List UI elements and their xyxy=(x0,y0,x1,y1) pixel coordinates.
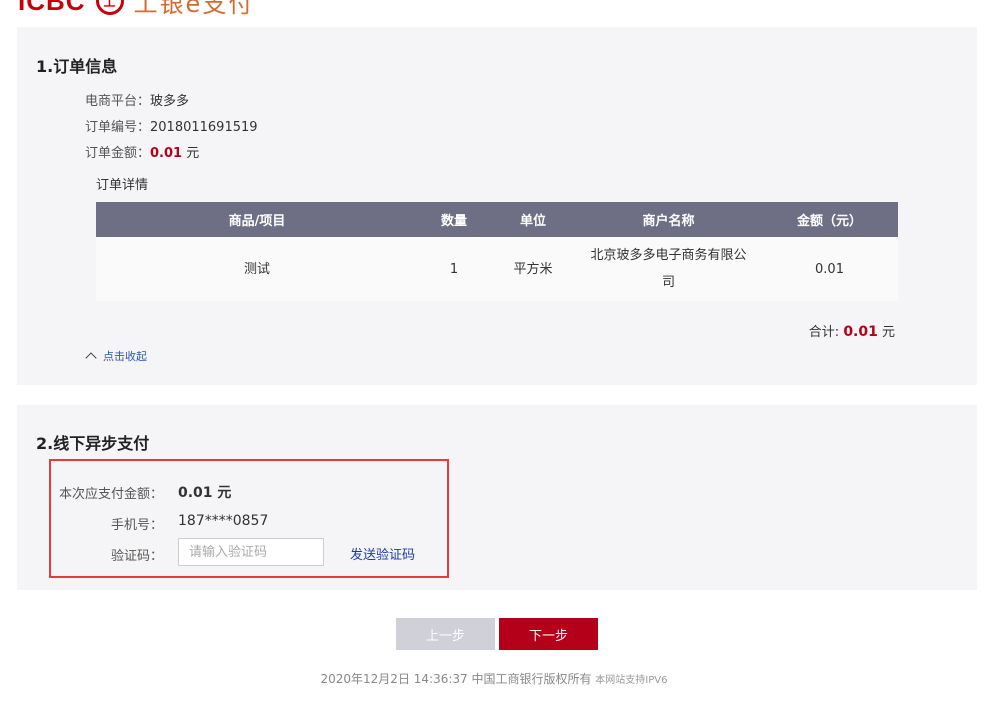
footer-ipv6: 本网站支持IPV6 xyxy=(595,675,668,686)
order-total: 合计: 0.01 元 xyxy=(809,321,895,340)
col-header-merchant: 商户名称 xyxy=(576,202,761,237)
phone-value: 187****0857 xyxy=(178,513,269,529)
cell-unit: 平方米 xyxy=(490,237,576,301)
verification-code-input[interactable] xyxy=(178,538,324,566)
pay-amount-value: 0.01 元 xyxy=(178,485,232,501)
collapse-label: 点击收起 xyxy=(103,350,147,363)
platform-value: 玻多多 xyxy=(150,94,190,109)
order-no-value: 2018011691519 xyxy=(150,120,258,135)
order-info-panel: 1.订单信息 电商平台：玻多多 订单编号：2018011691519 订单金额：… xyxy=(17,27,977,385)
payment-form-box: 本次应支付金额： 0.01 元 手机号： 187****0857 验证码： 发送… xyxy=(49,459,449,578)
brand-logo: ICBC 工 工银e支付 xyxy=(18,0,254,18)
pay-amount-label: 本次应支付金额： xyxy=(58,487,163,502)
platform-label: 电商平台： xyxy=(85,94,151,109)
col-header-amount: 金额（元） xyxy=(761,202,898,237)
send-code-link[interactable]: 发送验证码 xyxy=(350,544,415,563)
next-step-button[interactable]: 下一步 xyxy=(499,618,598,650)
cell-merchant: 北京玻多多电子商务有限公司 xyxy=(576,237,761,301)
cell-item: 测试 xyxy=(96,237,418,301)
col-header-item: 商品/项目 xyxy=(96,202,418,237)
order-detail-title: 订单详情 xyxy=(96,178,149,193)
code-label: 验证码： xyxy=(110,549,163,564)
icbc-logo-icon: 工 xyxy=(95,0,124,15)
total-label: 合计: xyxy=(808,325,844,340)
col-header-unit: 单位 xyxy=(490,202,576,237)
order-detail-table: 商品/项目 数量 单位 商户名称 金额（元） 测试 1 平方米 北京玻多多电子商… xyxy=(96,202,898,301)
col-header-quantity: 数量 xyxy=(418,202,490,237)
prev-step-button[interactable]: 上一步 xyxy=(396,618,495,650)
chevron-up-icon xyxy=(85,352,97,364)
total-unit: 元 xyxy=(877,325,895,340)
order-amount-row: 订单金额：0.01 元 xyxy=(85,142,199,161)
payment-title: 2.线下异步支付 xyxy=(36,434,150,453)
table-row: 测试 1 平方米 北京玻多多电子商务有限公司 0.01 xyxy=(96,237,898,301)
order-info-title: 1.订单信息 xyxy=(36,57,118,76)
collapse-toggle[interactable]: 点击收起 xyxy=(85,348,147,364)
footer-copyright: 2020年12月2日 14:36:37 中国工商银行版权所有 xyxy=(320,672,592,686)
payment-panel: 2.线下异步支付 本次应支付金额： 0.01 元 手机号： 187****085… xyxy=(17,405,977,590)
platform-row: 电商平台：玻多多 xyxy=(85,90,189,109)
order-amount-label: 订单金额： xyxy=(85,146,151,161)
logo-text: ICBC xyxy=(18,0,86,16)
cell-amount: 0.01 xyxy=(761,237,898,301)
logo-cn-text: 工银e支付 xyxy=(133,0,255,18)
total-value: 0.01 xyxy=(843,324,878,340)
table-header-row: 商品/项目 数量 单位 商户名称 金额（元） xyxy=(96,202,898,237)
order-no-label: 订单编号： xyxy=(85,120,151,135)
order-no-row: 订单编号：2018011691519 xyxy=(85,116,258,135)
footer: 2020年12月2日 14:36:37 中国工商银行版权所有 本网站支持IPV6 xyxy=(0,670,988,687)
order-amount-value: 0.01 xyxy=(150,146,183,161)
cell-quantity: 1 xyxy=(418,237,490,301)
phone-label: 手机号： xyxy=(110,518,163,533)
order-amount-unit: 元 xyxy=(182,146,200,161)
